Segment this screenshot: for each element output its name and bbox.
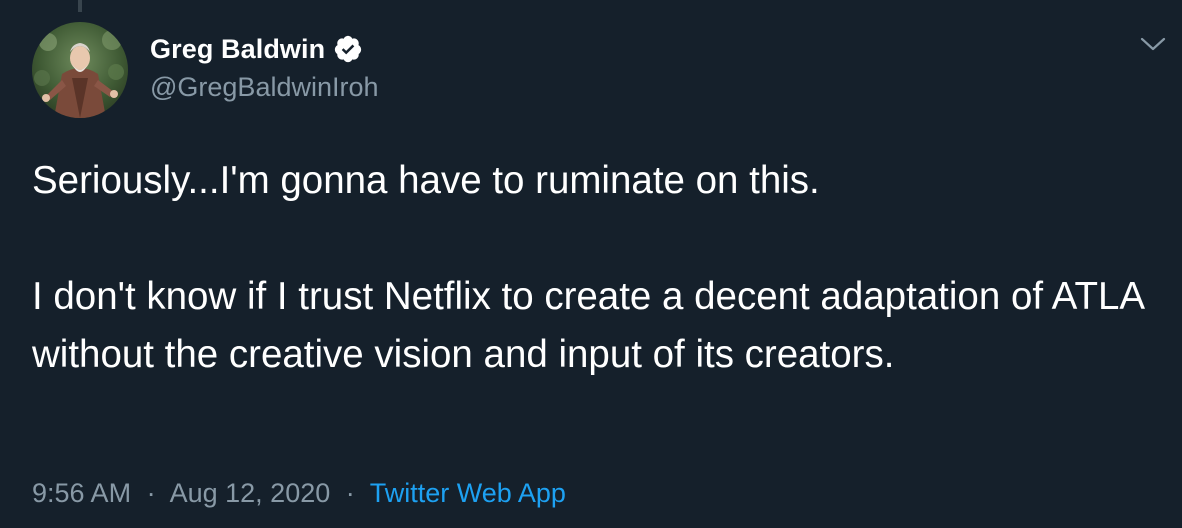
- author-name-row[interactable]: Greg Baldwin: [150, 31, 363, 67]
- meta-separator: ·: [146, 478, 156, 508]
- thread-connector-line: [78, 0, 82, 12]
- avatar-image: [32, 22, 128, 118]
- avatar[interactable]: [32, 22, 128, 118]
- tweet-paragraph: I don't know if I trust Netflix to creat…: [32, 275, 1143, 376]
- meta-separator: ·: [345, 478, 355, 508]
- tweet-source-link[interactable]: Twitter Web App: [370, 478, 566, 508]
- tweet-text: Seriously...I'm gonna have to ruminate o…: [32, 152, 1162, 384]
- chevron-down-icon[interactable]: [1138, 32, 1168, 56]
- verified-badge-icon: [333, 34, 363, 64]
- tweet-card: Greg Baldwin @GregBaldwinIroh Seriously.…: [0, 0, 1182, 528]
- tweet-date[interactable]: Aug 12, 2020: [170, 478, 331, 508]
- author-handle[interactable]: @GregBaldwinIroh: [150, 72, 379, 103]
- tweet-paragraph: Seriously...I'm gonna have to ruminate o…: [32, 159, 820, 202]
- tweet-metadata: 9:56 AM · Aug 12, 2020 · Twitter Web App: [32, 478, 566, 509]
- tweet-time[interactable]: 9:56 AM: [32, 478, 131, 508]
- author-display-name[interactable]: Greg Baldwin: [150, 34, 325, 65]
